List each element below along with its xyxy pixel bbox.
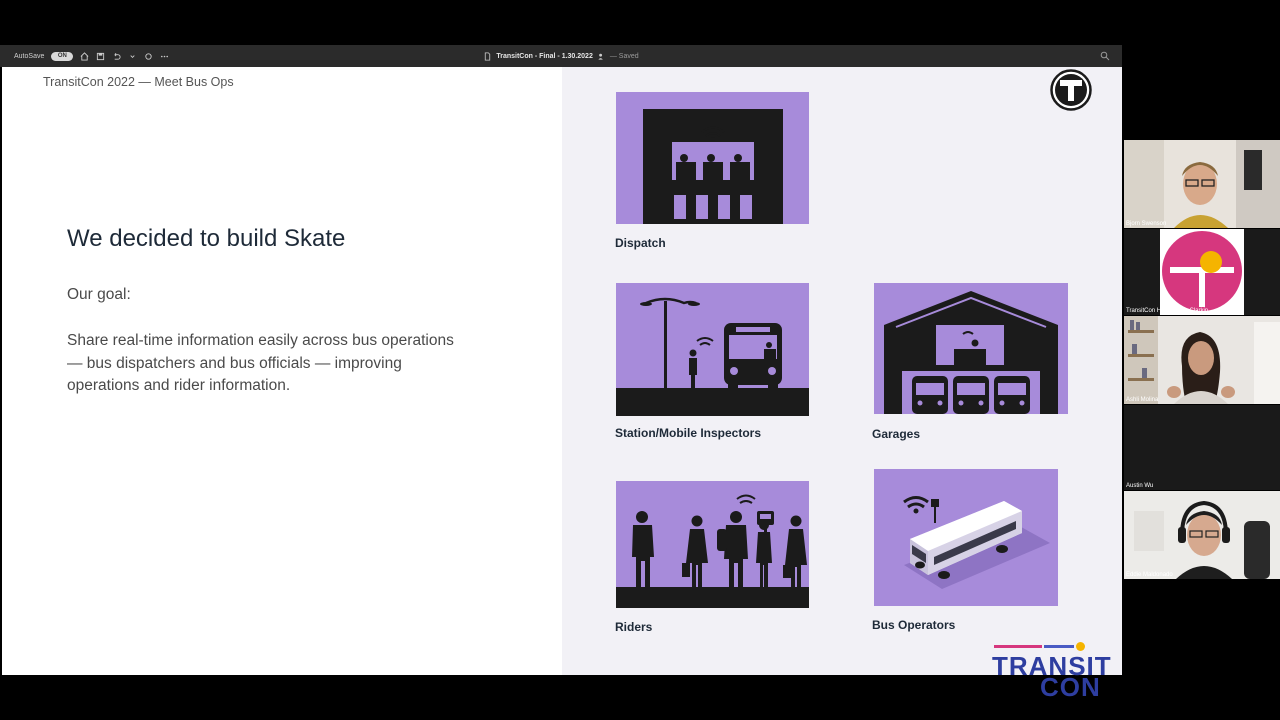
garages-image	[874, 283, 1068, 414]
window-titlebar: AutoSave ON TransitCon - Final - 1.30.20…	[0, 45, 1122, 67]
bus-operators-image	[874, 469, 1058, 606]
logo-dot	[1076, 642, 1085, 651]
garages-caption: Garages	[872, 427, 921, 441]
station-bus-icon	[616, 297, 809, 416]
participant-video	[1124, 316, 1280, 404]
participant-tile[interactable]: Ashli Molina	[1124, 316, 1280, 404]
shared-icon	[597, 52, 606, 61]
participant-tile[interactable]: Austin Wu	[1124, 405, 1280, 490]
riders-silhouettes-icon	[616, 494, 809, 608]
participant-video	[1124, 140, 1280, 228]
participant-name: Ashli Molina	[1126, 397, 1159, 403]
dispatch-caption: Dispatch	[615, 236, 666, 250]
dispatch-image	[616, 92, 809, 224]
slide-title: We decided to build Skate	[67, 225, 346, 252]
logo-bar-blue	[1044, 645, 1074, 648]
logo-bar-magenta	[994, 645, 1042, 648]
save-status: — Saved	[609, 52, 639, 60]
bus-operators-caption: Bus Operators	[872, 618, 956, 632]
riders-image	[616, 481, 809, 608]
bus-isometric-icon	[903, 496, 1050, 589]
station-inspectors-image	[616, 283, 809, 416]
participant-tile[interactable]: Eddie Maldonado	[1124, 491, 1280, 579]
host-avatar	[1124, 229, 1280, 315]
participant-name: Bjorn Swenson	[1126, 221, 1167, 227]
participant-video	[1124, 491, 1280, 579]
logo-text-con: CON	[1040, 672, 1101, 702]
search-icon[interactable]	[1100, 51, 1110, 61]
document-title-area[interactable]: TransitCon - Final - 1.30.2022 — Saved	[0, 45, 1122, 67]
participant-name: TransitCon Host: Dylan Clarkin	[1126, 308, 1209, 314]
station-inspectors-caption: Station/Mobile Inspectors	[615, 426, 762, 440]
dispatch-building-icon	[643, 109, 783, 224]
document-title: TransitCon - Final - 1.30.2022	[496, 52, 593, 60]
document-icon	[483, 51, 492, 61]
participant-tile[interactable]: TransitCon Host: Dylan Clarkin	[1124, 229, 1280, 315]
mbta-t-logo	[1050, 69, 1092, 111]
slide-header: TransitCon 2022 — Meet Bus Ops	[43, 75, 234, 89]
transitcon-logo: TRANSIT CON	[992, 641, 1111, 700]
participant-name: Austin Wu	[1126, 483, 1154, 489]
slide-canvas[interactable]: TransitCon 2022 — Meet Bus Ops We decide…	[2, 67, 1122, 700]
garage-building-icon	[884, 291, 1058, 414]
participant-tile[interactable]: Bjorn Swenson	[1124, 140, 1280, 228]
goal-label: Our goal:	[67, 286, 131, 303]
riders-caption: Riders	[615, 620, 653, 634]
participant-name: Eddie Maldonado	[1126, 572, 1173, 578]
goal-description: Share real-time information easily acros…	[67, 332, 454, 394]
